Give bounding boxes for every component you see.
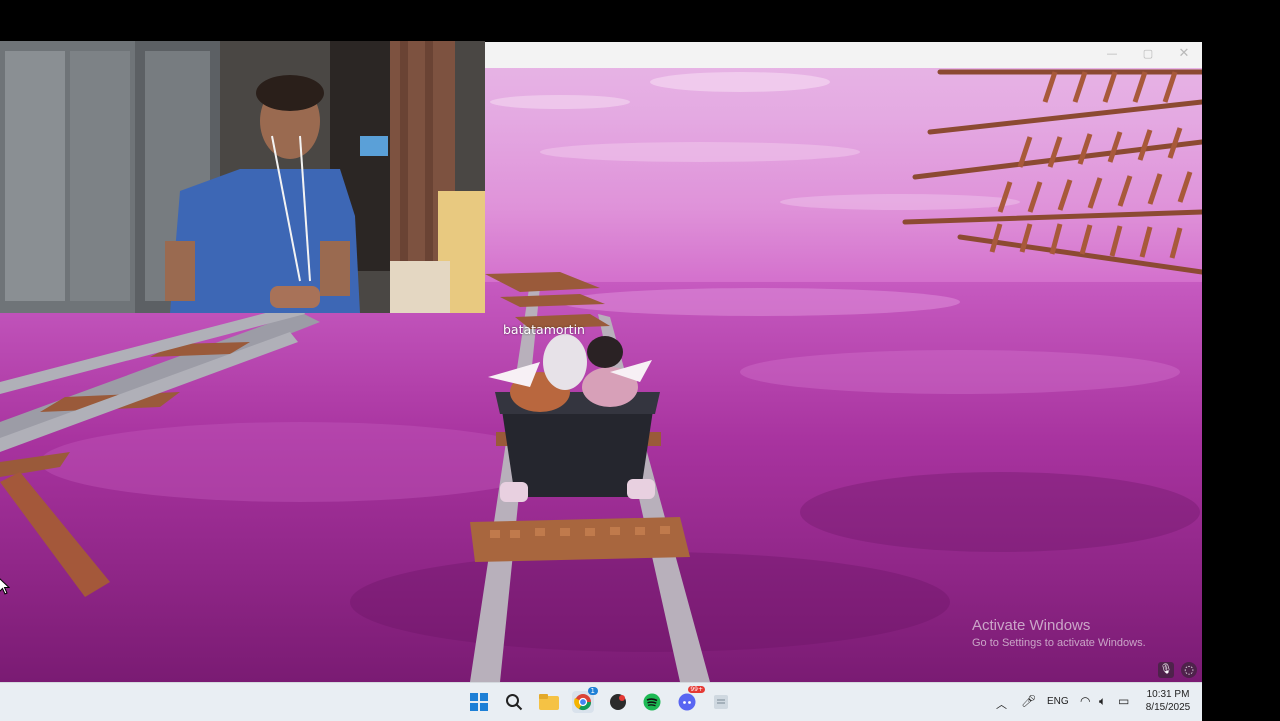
- top-black-bar: [0, 0, 1280, 42]
- settings-gear-icon[interactable]: ◌: [1181, 662, 1197, 678]
- discord-notification-badge: 99+: [688, 686, 705, 693]
- close-button[interactable]: ✕: [1174, 45, 1194, 63]
- webcam-feed-art: [0, 41, 485, 313]
- mouse-cursor-icon: [0, 578, 10, 595]
- right-black-bar: [1202, 42, 1280, 682]
- windows-start-icon[interactable]: [468, 691, 490, 713]
- system-clock[interactable]: 10:31 PM 8/15/2025: [1138, 688, 1198, 714]
- watermark-title: Activate Windows: [972, 617, 1091, 634]
- game-window-titlebar[interactable]: — ▢ ✕: [485, 42, 1202, 68]
- maximize-button[interactable]: ▢: [1138, 45, 1158, 63]
- app-icon[interactable]: [607, 691, 629, 713]
- search-icon[interactable]: [503, 691, 525, 713]
- tray-overflow-chevron-icon[interactable]: ︿: [996, 696, 1007, 712]
- discord-icon[interactable]: 99+: [676, 686, 705, 713]
- chrome-notification-badge: 1: [587, 687, 598, 695]
- language-indicator[interactable]: ENG: [1047, 696, 1069, 707]
- windows-taskbar: 1 99+ ︿ 🎤︎ ENG ◠ 🔈︎ ▭ 10:31 PM 8/15/2025: [0, 682, 1202, 721]
- clock-date: 8/15/2025: [1145, 702, 1191, 713]
- chrome-icon[interactable]: 1: [572, 687, 598, 713]
- battery-icon[interactable]: ▭: [1118, 694, 1129, 708]
- watermark-subtitle: Go to Settings to activate Windows.: [972, 637, 1146, 649]
- activate-windows-watermark: Activate Windows Go to Settings to activ…: [972, 617, 1146, 649]
- wifi-icon[interactable]: ◠: [1080, 694, 1090, 708]
- clock-time: 10:31 PM: [1146, 689, 1190, 700]
- webcam-overlay: [0, 41, 485, 313]
- microphone-icon[interactable]: 🎙: [1158, 662, 1174, 678]
- tray-microphone-icon[interactable]: 🎤︎: [1021, 694, 1036, 708]
- file-explorer-icon[interactable]: [538, 691, 560, 713]
- volume-icon[interactable]: 🔈︎: [1099, 694, 1106, 709]
- minimize-button[interactable]: —: [1102, 45, 1122, 63]
- notepad-icon[interactable]: [710, 691, 732, 713]
- player-nametag: batatamortin: [503, 322, 585, 337]
- spotify-icon[interactable]: [641, 691, 663, 713]
